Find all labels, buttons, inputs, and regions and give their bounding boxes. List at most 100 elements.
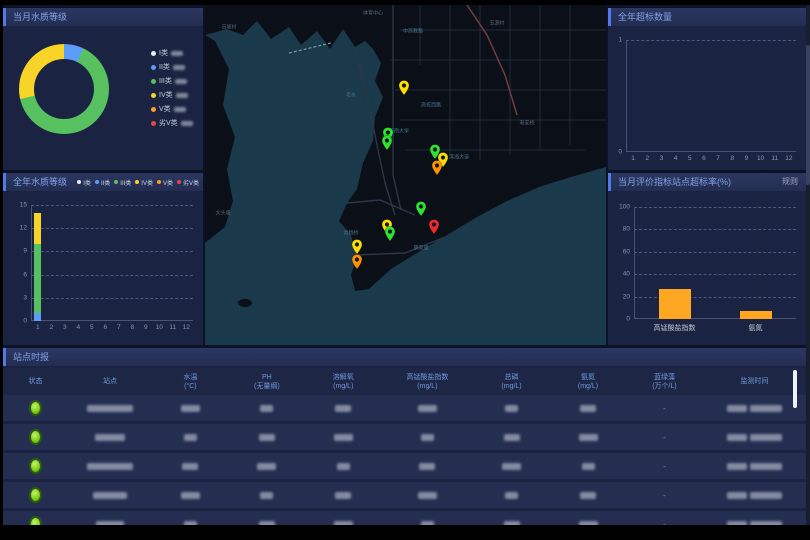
column-unit: (万个/L) xyxy=(652,382,677,391)
x-axis-tick: 7 xyxy=(716,155,720,162)
table-cell: - xyxy=(626,462,702,471)
map-marker-pin[interactable] xyxy=(398,80,410,96)
table-header-cell: 状态 xyxy=(3,377,68,386)
panel-month-water-grade: 当月水质等级 I类II类 III类 IV类V类劣V类 xyxy=(3,8,203,170)
table-cell xyxy=(68,521,152,526)
panel-month-exceed-rate: 当月评价指标站点超标率(%) 规则 020406080100高锰酸盐指数氨氮 xyxy=(608,173,806,345)
map-place-label: 滨海大道 xyxy=(449,154,469,161)
redacted-legend-value xyxy=(173,65,185,70)
table-header-cell: PH(无量纲) xyxy=(229,373,305,391)
table-header-cell: 站点 xyxy=(68,377,152,386)
table-row[interactable]: - xyxy=(3,453,806,479)
redacted-legend-value xyxy=(171,51,183,56)
column-unit: (mg/L) xyxy=(333,382,353,391)
donut-legend-item[interactable]: I类 xyxy=(151,46,193,60)
y-axis-tick: 80 xyxy=(623,226,634,233)
map-marker-pin[interactable] xyxy=(381,135,393,151)
table-cell xyxy=(550,434,626,441)
month-exceed-rate-title-text: 当月评价指标站点超标率(%) xyxy=(618,177,731,187)
x-axis-tick: 3 xyxy=(660,155,664,162)
donut-legend-item[interactable]: II类 xyxy=(151,60,193,74)
redacted-station-name xyxy=(96,521,124,526)
table-row[interactable]: - xyxy=(3,511,806,525)
column-label: 监测时间 xyxy=(740,377,768,386)
x-axis-tick: 8 xyxy=(730,155,734,162)
table-cell xyxy=(305,434,381,441)
redacted-value xyxy=(184,434,197,441)
donut-legend-item[interactable]: III类 xyxy=(151,74,193,88)
x-axis-tick: 6 xyxy=(702,155,706,162)
year-grade-chart: 03691215123456789101112 xyxy=(31,205,193,321)
map-panel[interactable]: 石坡村体育中心中高教路五源村毛水海南大学高校西路滨海大道寿安桥青杨桥薛家里大头塘 xyxy=(205,5,606,345)
table-cell xyxy=(3,429,68,445)
year-legend-item[interactable]: III类 xyxy=(114,178,131,187)
legend-label: III类 xyxy=(120,178,131,187)
legend-label: 劣V类 xyxy=(159,118,178,128)
legend-label: 劣V类 xyxy=(183,178,199,187)
redacted-value xyxy=(337,463,350,470)
rate-bar-label: 氨氮 xyxy=(749,323,763,333)
column-unit: (mg/L) xyxy=(417,382,437,391)
map-marker-pin[interactable] xyxy=(428,219,440,235)
gridline xyxy=(634,274,796,275)
year-legend-item[interactable]: V类 xyxy=(157,178,173,187)
redacted-value xyxy=(184,521,197,526)
table-cell xyxy=(473,463,549,470)
table-row[interactable]: - xyxy=(3,424,806,450)
column-label: 站点 xyxy=(103,377,117,386)
table-row[interactable]: - xyxy=(3,482,806,508)
year-legend-item[interactable]: II类 xyxy=(95,178,110,187)
table-row[interactable]: - xyxy=(3,395,806,421)
legend-label: II类 xyxy=(101,178,110,187)
donut-legend-item[interactable]: IV类 xyxy=(151,88,193,102)
table-cell xyxy=(473,521,549,526)
algae-value: - xyxy=(663,491,666,500)
map-place-label: 石坡村 xyxy=(221,24,236,31)
table-header-cell: 监测时间 xyxy=(703,377,806,386)
x-axis-tick: 10 xyxy=(156,324,163,331)
x-axis-line xyxy=(626,151,796,152)
gridline xyxy=(634,207,796,208)
column-label: PH xyxy=(262,373,272,382)
x-axis-tick: 7 xyxy=(117,324,121,331)
gridline xyxy=(626,40,796,41)
y-axis-tick: 40 xyxy=(623,271,634,278)
page-scrollbar-thumb[interactable] xyxy=(806,45,810,185)
redacted-value xyxy=(421,434,434,441)
monitor-time xyxy=(727,492,782,499)
table-scrollbar-thumb[interactable] xyxy=(793,370,797,408)
map-marker-pin[interactable] xyxy=(384,226,396,242)
monitor-time xyxy=(727,405,782,412)
redacted-date xyxy=(727,492,747,499)
table-cell xyxy=(3,487,68,503)
table-cell xyxy=(229,405,305,412)
y-axis-line xyxy=(626,40,627,152)
map-marker-pin[interactable] xyxy=(351,254,363,270)
y-axis-tick: 6 xyxy=(23,271,31,278)
redacted-time xyxy=(750,463,782,470)
map-marker-pin[interactable] xyxy=(351,239,363,255)
status-ok-icon xyxy=(29,487,42,503)
panel-month-water-grade-title: 当月水质等级 xyxy=(3,8,203,26)
map-marker-pin[interactable] xyxy=(431,160,443,176)
page-scrollbar-track[interactable] xyxy=(806,5,810,525)
legend-label: V类 xyxy=(163,178,173,187)
y-axis-tick: 1 xyxy=(618,37,626,44)
redacted-value xyxy=(579,434,598,441)
map-marker-pin[interactable] xyxy=(415,201,427,217)
legend-label: III类 xyxy=(159,76,172,86)
year-legend-item[interactable]: 劣V类 xyxy=(177,178,199,187)
donut-legend-item[interactable]: V类 xyxy=(151,102,193,116)
year-legend-item[interactable]: I类 xyxy=(77,178,91,187)
rules-link[interactable]: 规则 xyxy=(782,173,798,191)
table-cell xyxy=(3,400,68,416)
redacted-value xyxy=(582,463,595,470)
year-legend-item[interactable]: IV类 xyxy=(135,178,153,187)
table-cell xyxy=(305,405,381,412)
legend-dot-icon xyxy=(151,65,156,70)
legend-dot-icon xyxy=(151,51,156,56)
donut-legend-item[interactable]: 劣V类 xyxy=(151,116,193,130)
table-cell: - xyxy=(626,404,702,413)
y-axis-tick: 12 xyxy=(20,225,31,232)
redacted-legend-value xyxy=(175,79,187,84)
